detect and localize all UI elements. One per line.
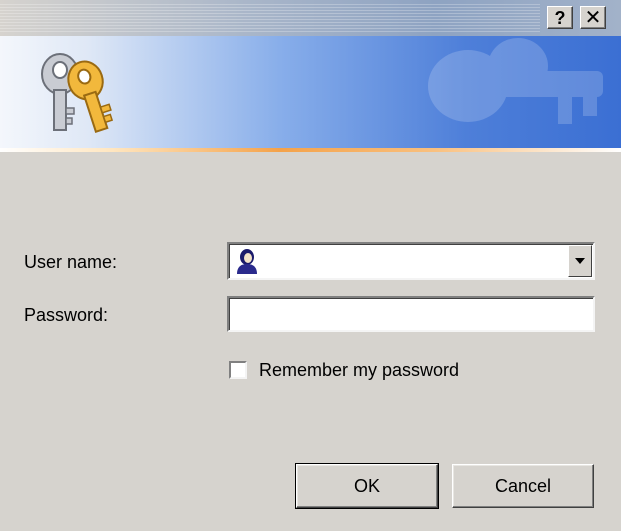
remember-password-option[interactable]: Remember my password <box>229 358 459 382</box>
user-name-combobox[interactable] <box>227 242 595 280</box>
user-name-dropdown-button[interactable] <box>568 245 592 277</box>
title-bar[interactable]: ? ✕ <box>0 0 621 36</box>
close-button[interactable]: ✕ <box>580 6 606 29</box>
user-icon <box>237 249 257 274</box>
header-banner <box>0 36 621 148</box>
cancel-button[interactable]: Cancel <box>452 464 594 508</box>
ok-button[interactable]: OK <box>295 463 439 509</box>
keys-icon <box>41 53 114 133</box>
user-name-label: User name: <box>24 252 118 272</box>
banner-accent-line <box>0 148 621 152</box>
password-label: Password: <box>24 305 109 325</box>
remember-password-label[interactable]: Remember my password <box>259 359 459 381</box>
title-bar-stripes <box>0 4 540 32</box>
keys-watermark-icon <box>428 38 603 124</box>
password-field[interactable] <box>227 296 595 332</box>
remember-password-checkbox[interactable] <box>229 361 247 379</box>
chevron-down-icon <box>575 258 585 264</box>
help-button[interactable]: ? <box>547 6 573 29</box>
